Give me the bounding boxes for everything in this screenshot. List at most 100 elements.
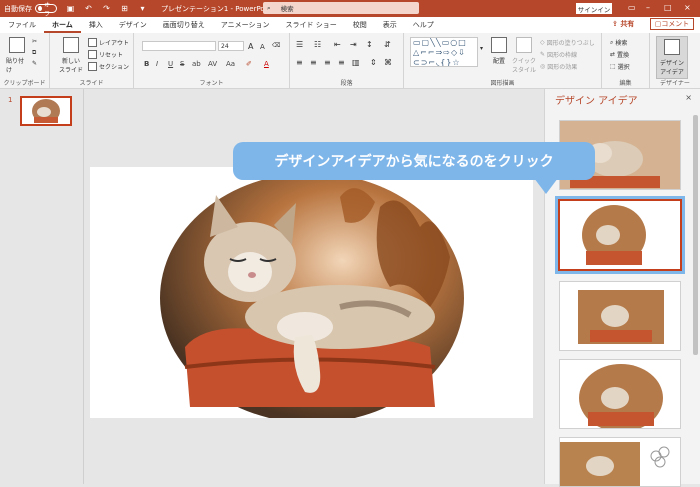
align-center-icon[interactable]: ≡ (310, 58, 317, 67)
close-window-icon[interactable]: × (684, 3, 691, 12)
design-ideas-button[interactable]: デザイン アイデア (656, 36, 688, 79)
font-size-select[interactable]: 24 (218, 41, 244, 51)
numbering-icon[interactable]: ☷ (314, 40, 321, 49)
shape-fill-button[interactable]: ◇ 図形の塗りつぶし (540, 38, 595, 47)
change-case-button[interactable]: Aa (226, 60, 235, 68)
design-idea-2-selected[interactable] (555, 196, 685, 274)
cut-icon[interactable]: ✂ (32, 38, 37, 45)
line-spacing-icon[interactable]: ↕ (366, 40, 373, 49)
reset-icon (88, 50, 97, 59)
clear-format-icon[interactable]: ⌫ (272, 42, 280, 49)
document-title: プレゼンテーション1 - PowerPo... (161, 4, 272, 13)
group-font: 24 A A ⌫ B I U S ab AV Aa ✐ A フォント (134, 33, 290, 89)
slide-thumbnail-pane: 1 (0, 89, 84, 484)
select-button[interactable]: ⬚ 選択 (610, 62, 630, 71)
undo-icon[interactable]: ↶ (84, 4, 93, 13)
present-icon[interactable]: ⊞ (120, 4, 129, 13)
bullets-icon[interactable]: ☰ (296, 40, 303, 49)
layout-button[interactable]: レイアウト (88, 38, 129, 47)
quick-styles-button[interactable]: クイック スタイル (510, 37, 538, 74)
shadow-button[interactable]: ab (192, 60, 201, 68)
search-label: 検索 (280, 5, 294, 13)
design-idea-2-preview (582, 205, 646, 265)
copy-icon[interactable]: ⧉ (32, 49, 36, 57)
layout-icon (88, 38, 97, 47)
minimize-icon[interactable]: – (646, 3, 650, 12)
highlight-icon[interactable]: ✐ (246, 60, 252, 68)
font-color-icon[interactable]: A (264, 60, 269, 68)
tab-transitions[interactable]: 画面切り替え (155, 17, 213, 33)
tab-animations[interactable]: アニメーション (213, 17, 278, 33)
shapes-more-icon[interactable]: ▾ (480, 45, 483, 52)
text-direction-icon[interactable]: ⇵ (384, 40, 391, 49)
replace-button[interactable]: ⇄ 置換 (610, 50, 629, 59)
italic-button[interactable]: I (156, 60, 158, 68)
callout-pointer (534, 178, 558, 194)
pane-scrollbar[interactable] (693, 115, 698, 355)
toggle-switch[interactable]: オフ (35, 2, 57, 18)
ribbon: 貼り付け ✂ ⧉ ✎ クリップボード 新しい スライド レイアウト リセット セ… (0, 33, 700, 89)
format-painter-icon[interactable]: ✎ (32, 60, 37, 67)
ribbon-display-icon[interactable]: ▭ (628, 3, 636, 12)
slides-group-label: スライド (79, 80, 104, 87)
increase-indent-icon[interactable]: ⇥ (350, 40, 357, 49)
find-button[interactable]: ⌕ 検索 (610, 38, 627, 48)
tab-file[interactable]: ファイル (0, 17, 44, 33)
cat-photo[interactable] (90, 167, 533, 418)
bold-button[interactable]: B (144, 60, 149, 68)
redo-icon[interactable]: ↷ (102, 4, 111, 13)
slide-thumbnail[interactable] (20, 96, 72, 126)
design-idea-4[interactable] (559, 359, 681, 429)
ribbon-tabs: ファイル ホーム 挿入 デザイン 画面切り替え アニメーション スライド ショー… (0, 17, 700, 33)
align-text-icon[interactable]: ⇕ (370, 58, 377, 67)
autosave-toggle[interactable]: 自動保存 オフ (4, 2, 57, 18)
save-icon[interactable]: ▣ (66, 4, 75, 13)
grow-font-icon[interactable]: A (248, 42, 253, 51)
shape-outline-button[interactable]: ✎ 図形の枠線 (540, 50, 577, 59)
align-left-icon[interactable]: ≡ (296, 58, 303, 67)
strikethrough-button[interactable]: S (180, 60, 184, 68)
design-idea-3[interactable] (559, 281, 681, 351)
design-idea-4-preview (560, 360, 680, 428)
arrange-button[interactable]: 配置 (488, 37, 510, 65)
tab-insert[interactable]: 挿入 (81, 17, 111, 33)
slide-canvas[interactable] (90, 167, 533, 418)
tab-view[interactable]: 表示 (375, 17, 405, 33)
group-paragraph: ☰ ☷ ⇤ ⇥ ↕ ⇵ ≡ ≡ ≡ ≡ ▥ ⇕ ⌘ 段落 (290, 33, 404, 89)
signin-button[interactable]: サインイン (576, 3, 612, 14)
underline-button[interactable]: U (168, 60, 173, 68)
shrink-font-icon[interactable]: A (260, 43, 265, 51)
shape-effects-button[interactable]: ◎ 図形の効果 (540, 62, 577, 71)
tab-home[interactable]: ホーム (44, 17, 81, 33)
section-button[interactable]: セクション (88, 62, 129, 71)
shape-fill-icon: ◇ (540, 39, 545, 46)
tab-design[interactable]: デザイン (111, 17, 155, 33)
paste-button[interactable]: 貼り付け (6, 37, 28, 74)
comment-button[interactable]: ▢ コメント (650, 18, 694, 30)
share-button[interactable]: ⇪ 共有 (612, 19, 634, 29)
group-designer: デザイン アイデア デザイナー (650, 33, 700, 89)
maximize-icon[interactable]: □ (664, 3, 672, 12)
section-icon (88, 62, 97, 71)
align-right-icon[interactable]: ≡ (324, 58, 331, 67)
tab-review[interactable]: 校閲 (345, 17, 375, 33)
decrease-indent-icon[interactable]: ⇤ (334, 40, 341, 49)
select-icon: ⬚ (610, 63, 616, 70)
shapes-gallery[interactable]: ▭▢╲╲▭○□ △⌐⌐⇒⇨◇⇩ ⊂⊃⌐◟{}☆ (410, 37, 478, 67)
group-editing: ⌕ 検索 ⇄ 置換 ⬚ 選択 編集 (602, 33, 650, 89)
design-idea-5[interactable] (559, 437, 681, 487)
new-slide-button[interactable]: 新しい スライド (58, 37, 84, 74)
char-spacing-button[interactable]: AV (208, 60, 217, 68)
reset-button[interactable]: リセット (88, 50, 123, 59)
tab-help[interactable]: ヘルプ (405, 17, 442, 33)
customize-icon[interactable]: ▾ (138, 4, 147, 13)
smartart-icon[interactable]: ⌘ (384, 58, 392, 67)
tab-slideshow[interactable]: スライド ショー (278, 17, 345, 33)
paragraph-group-label: 段落 (340, 80, 353, 87)
close-pane-icon[interactable]: × (685, 93, 692, 102)
justify-icon[interactable]: ≡ (338, 58, 345, 67)
search-box[interactable]: ⌕ 検索 (263, 2, 419, 14)
autosave-label: 自動保存 (4, 4, 32, 13)
font-name-select[interactable] (142, 41, 216, 51)
columns-icon[interactable]: ▥ (352, 58, 360, 67)
